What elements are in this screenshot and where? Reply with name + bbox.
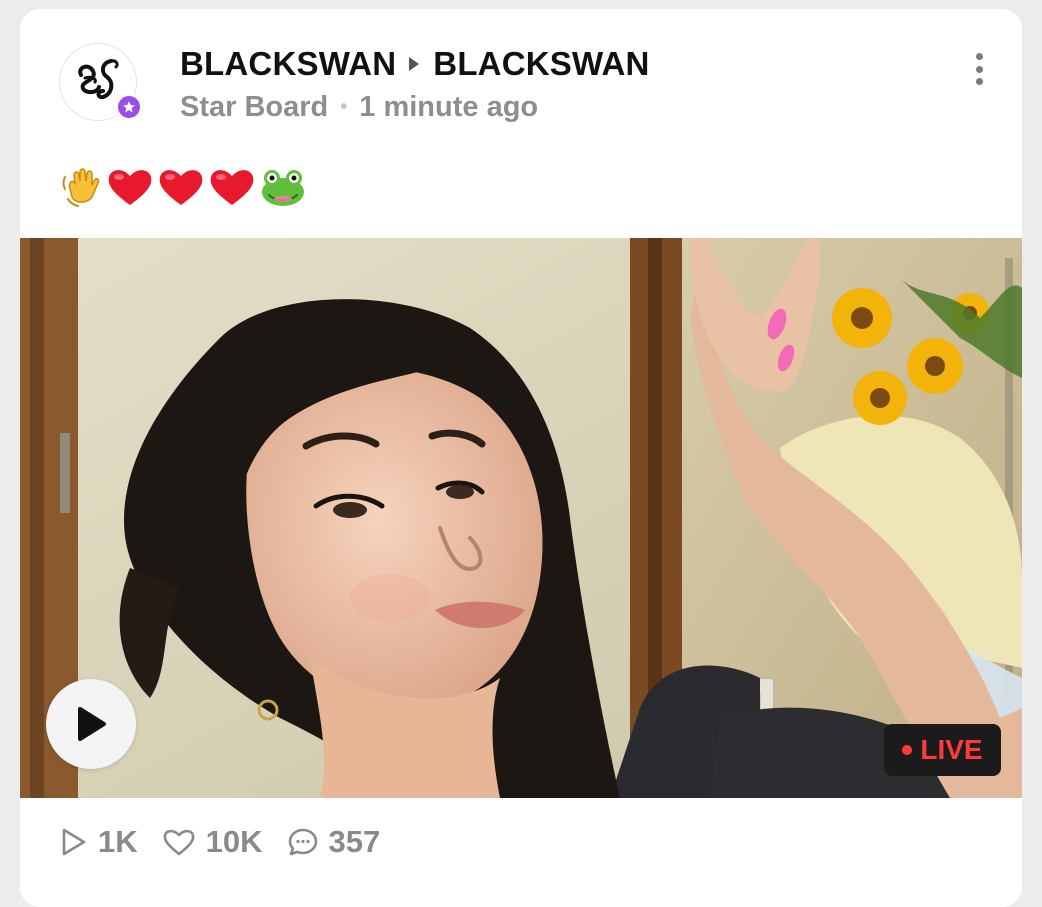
heart-emoji [159,170,203,205]
more-options-button[interactable] [964,49,994,89]
likes-stat[interactable]: 10K [162,824,263,860]
live-badge: LIVE [884,724,1001,776]
video-frame-image [20,238,1022,798]
post-header: BLACKSWAN BLACKSWAN [180,45,650,83]
frog-emoji [262,170,304,206]
heart-emoji [108,170,152,205]
author-name[interactable]: BLACKSWAN [180,45,396,83]
comment-icon [288,828,317,856]
play-outline-icon [62,828,86,856]
board-name[interactable]: Star Board [180,91,328,124]
post-time: 1 minute ago [359,91,539,123]
comments-count: 357 [328,824,381,859]
meta-separator: • [340,96,348,118]
post-card: BLACKSWAN BLACKSWAN Star Board • 1 minut… [20,9,1022,907]
views-count: 1K [98,824,138,859]
play-icon [78,707,106,741]
star-badge-icon [115,93,143,121]
post-content [60,165,308,209]
live-dot-icon [902,745,913,755]
more-dot [975,78,983,85]
likes-count: 10K [205,824,263,859]
heart-icon [163,829,195,856]
heart-emoji [210,170,254,205]
live-label: LIVE [920,734,983,765]
video-thumbnail[interactable]: LIVE [20,238,1022,798]
more-dot [975,53,983,60]
waving-hand-emoji [62,168,100,207]
comments-stat[interactable]: 357 [287,824,381,860]
views-stat: 1K [60,824,138,860]
more-dot [975,65,983,73]
post-meta: Star Board • 1 minute ago [180,91,538,124]
breadcrumb-arrow-icon [408,57,420,71]
channel-name[interactable]: BLACKSWAN [433,45,649,83]
play-button[interactable] [46,679,136,769]
post-stats: 1K 10K 357 [60,824,404,860]
